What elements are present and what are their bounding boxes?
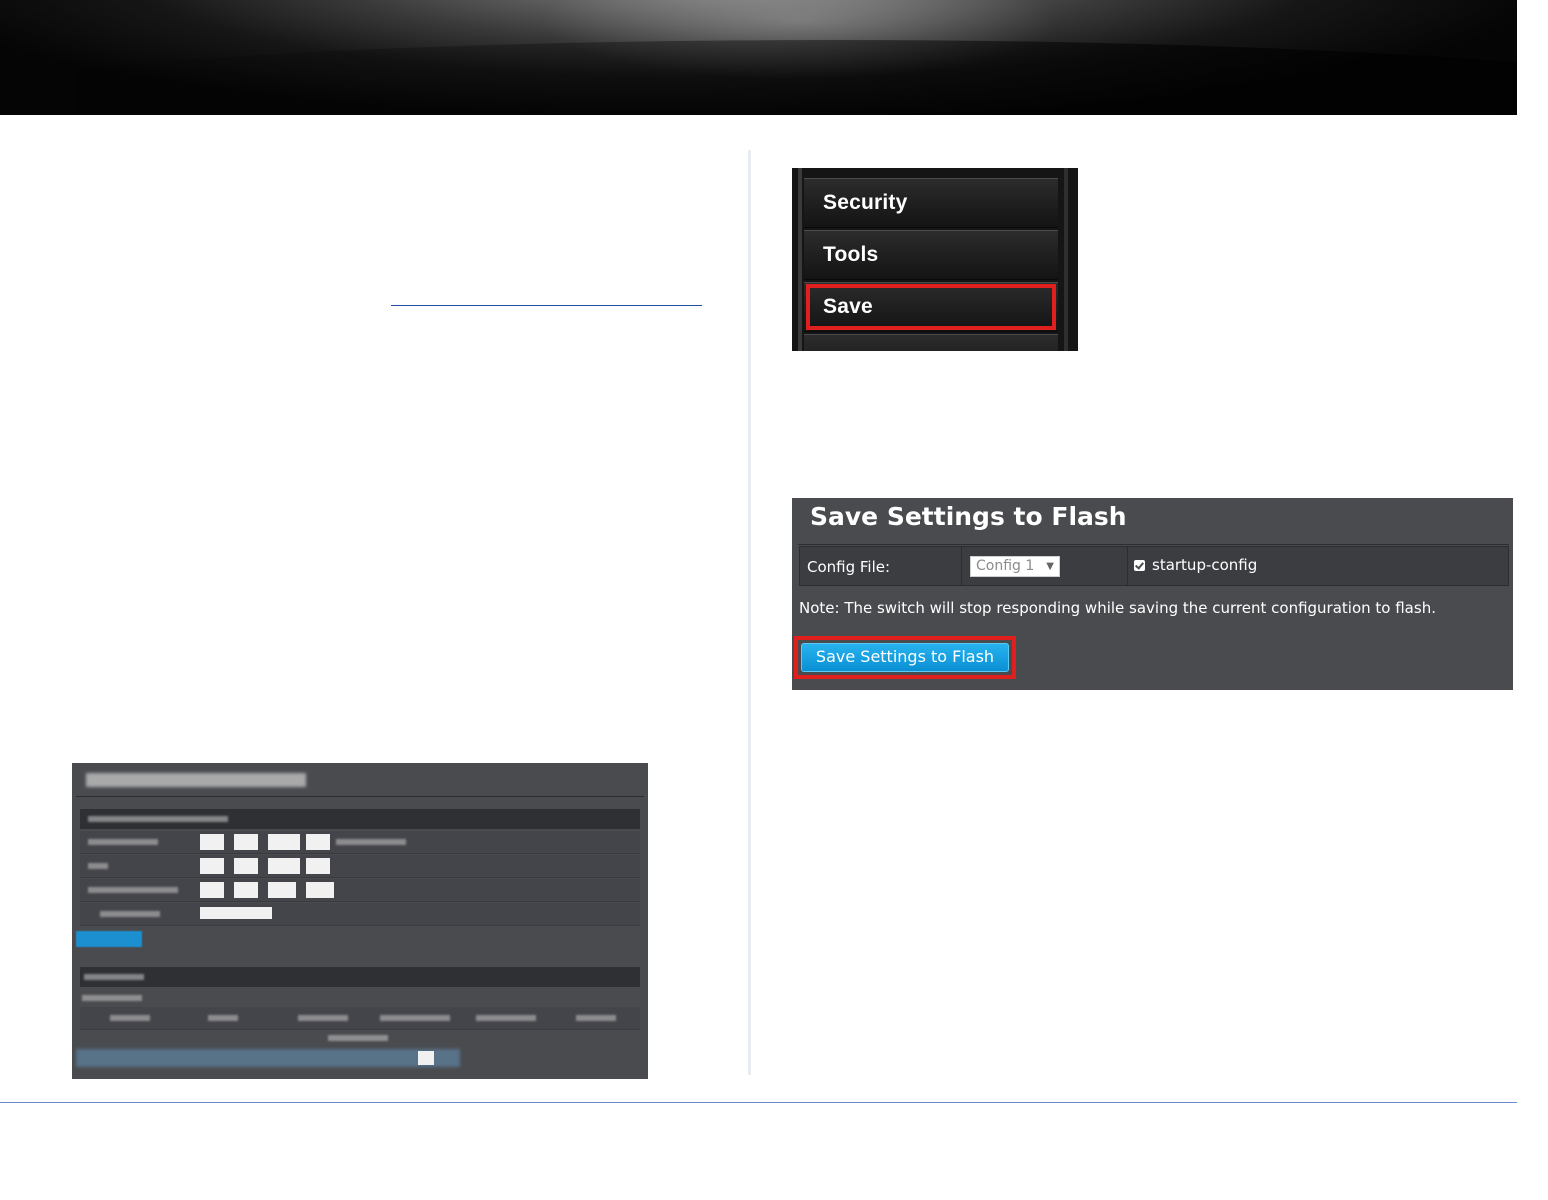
thumb-row-label [100, 911, 160, 917]
menu-right-rail [1064, 168, 1068, 351]
thumb-title [86, 773, 306, 787]
thumb-row-label [88, 839, 158, 845]
menu-screenshot: Security Tools Save [792, 168, 1078, 351]
thumb-input [200, 882, 224, 898]
thumb-button [76, 931, 142, 947]
thumb-input [234, 834, 258, 850]
thumb-input [234, 882, 258, 898]
column-divider [748, 150, 751, 1075]
thumb-col [298, 1015, 348, 1021]
save-note: Note: The switch will stop responding wh… [799, 599, 1436, 617]
save-button-highlight: Save Settings to Flash [794, 636, 1016, 679]
header-banner [0, 0, 1517, 115]
thumb-col [110, 1015, 150, 1021]
thumb-pagination-bar [76, 1049, 460, 1067]
thumb-section-bar [80, 809, 640, 829]
thumb-section-bar [80, 967, 640, 987]
thumb-input [268, 858, 300, 874]
thumb-col [476, 1015, 536, 1021]
menu-item-next[interactable] [804, 334, 1058, 351]
menu-item-tools[interactable]: Tools [804, 230, 1058, 280]
thumb-row-label [88, 887, 178, 893]
thumb-label [82, 995, 142, 1001]
config-select-cell: Config 1 ▼ [962, 547, 1128, 585]
thumb-col [208, 1015, 238, 1021]
dropdown-arrow-icon: ▼ [1046, 561, 1054, 572]
panel-title: Save Settings to Flash [810, 502, 1127, 531]
menu-item-label: Save [823, 295, 873, 318]
thumb-input [306, 834, 330, 850]
startup-config-checkbox[interactable] [1134, 560, 1145, 571]
menu-item-label: Security [823, 191, 908, 214]
thumb-input [268, 834, 300, 850]
thumb-page-input [418, 1051, 434, 1065]
thumb-input [200, 834, 224, 850]
thumb-row [80, 831, 640, 854]
save-settings-button[interactable]: Save Settings to Flash [801, 643, 1009, 672]
config-file-label: Config File: [807, 558, 891, 576]
startup-config-cell: startup-config [1128, 547, 1508, 585]
thumb-col [380, 1015, 450, 1021]
thumb-section-label [88, 816, 228, 822]
footer-rule [0, 1102, 1517, 1103]
config-file-select[interactable]: Config 1 ▼ [970, 556, 1060, 577]
thumb-input [306, 858, 330, 874]
thumb-label [328, 1035, 388, 1041]
thumb-section-label [84, 974, 144, 980]
thumb-input [200, 858, 224, 874]
thumb-row-label [88, 863, 108, 869]
thumb-col [576, 1015, 616, 1021]
thumb-input [306, 882, 334, 898]
thumb-row [80, 879, 640, 902]
thumb-input [268, 882, 296, 898]
menu-item-security[interactable]: Security [804, 178, 1058, 228]
config-file-label-cell: Config File: [800, 547, 962, 585]
thumb-row-hint [336, 839, 406, 845]
menu-left-rail [798, 168, 802, 351]
startup-config-label: startup-config [1152, 556, 1258, 574]
banner-swoosh [0, 40, 1517, 115]
thumb-input [200, 907, 272, 919]
menu-item-label: Tools [823, 243, 879, 266]
save-settings-panel: Save Settings to Flash Config File: Conf… [792, 498, 1513, 690]
thumb-input [234, 858, 258, 874]
config-file-table: Config File: Config 1 ▼ startup-config [799, 546, 1509, 586]
hyperlink-underline[interactable] [391, 305, 702, 306]
menu-item-save[interactable]: Save [804, 282, 1058, 332]
title-divider [798, 544, 1509, 545]
config-select-value: Config 1 [976, 558, 1035, 574]
thumb-row [80, 903, 640, 926]
thumb-divider [76, 796, 644, 797]
thumbnail-screenshot [72, 763, 648, 1079]
thumb-row [80, 855, 640, 878]
thumb-table-header [80, 1007, 640, 1030]
